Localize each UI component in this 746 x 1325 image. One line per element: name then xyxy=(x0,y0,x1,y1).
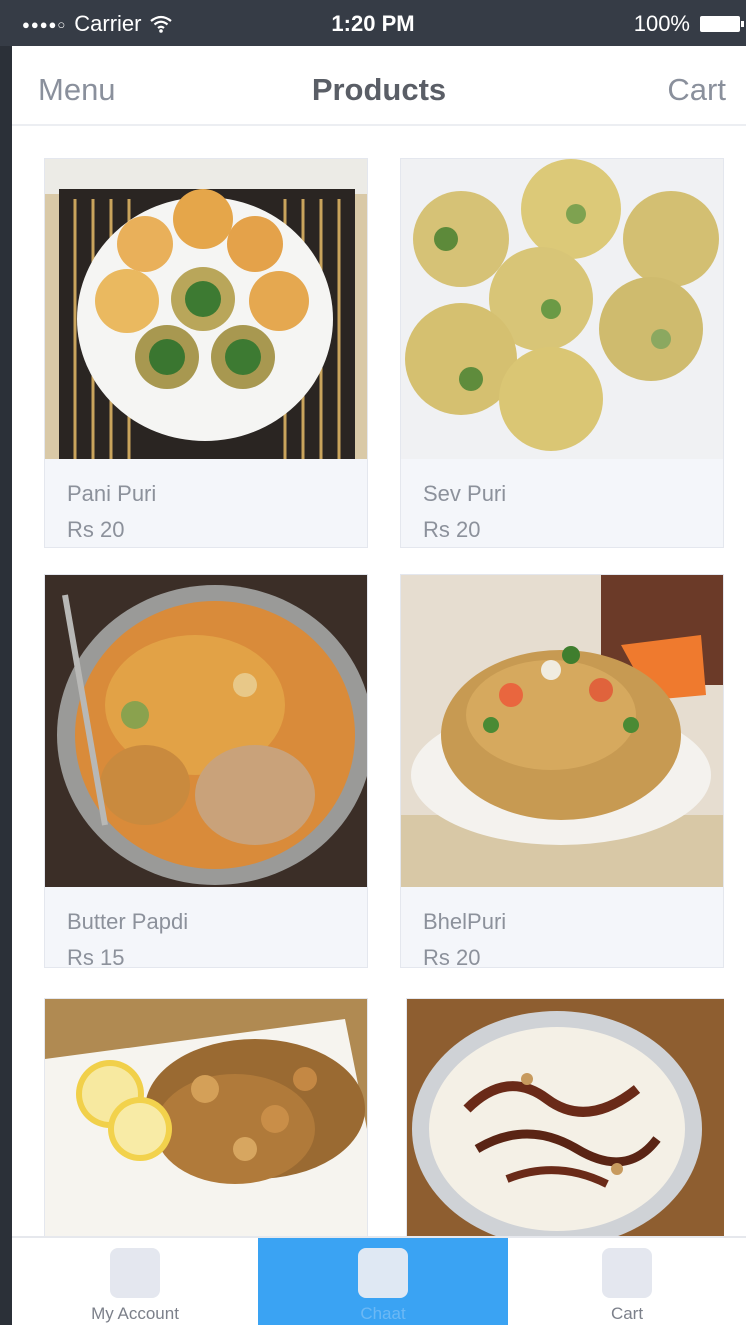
product-image xyxy=(45,575,367,887)
product-price: Rs 20 xyxy=(423,945,481,970)
battery-percent: 100% xyxy=(633,11,690,36)
product-grid: Pani Puri Rs 20 Sev Puri Rs 20 Butter Pa… xyxy=(44,158,724,1236)
product-price: Rs 20 xyxy=(67,517,125,542)
product-image xyxy=(401,575,723,887)
product-image xyxy=(401,159,723,459)
product-price: Rs 20 xyxy=(423,517,481,542)
product-name: Butter Papdi xyxy=(67,909,189,934)
product-card[interactable]: Sev Puri Rs 20 xyxy=(400,158,724,548)
product-image xyxy=(45,999,367,1236)
product-card[interactable]: BhelPuri Rs 20 xyxy=(400,574,724,971)
navigation-bar: Menu Products Cart xyxy=(12,46,746,126)
status-bar: ●●●●○ Carrier 1:20 PM 100% xyxy=(0,0,746,46)
tab-label: Cart xyxy=(610,1304,644,1323)
product-info: BhelPuri Rs 20 xyxy=(401,887,723,971)
product-card[interactable]: Pani Puri Rs 20 xyxy=(44,158,368,548)
chaat-icon xyxy=(358,1248,408,1298)
product-name: BhelPuri xyxy=(423,909,507,934)
page-title: Products xyxy=(311,72,447,107)
product-price: Rs 15 xyxy=(67,945,125,970)
product-image xyxy=(407,999,724,1236)
product-card[interactable] xyxy=(406,998,724,1236)
product-card[interactable]: Butter Papdi Rs 15 xyxy=(44,574,368,971)
battery-full-icon xyxy=(700,16,744,32)
product-name: Pani Puri xyxy=(67,481,157,506)
status-right: 100% xyxy=(633,11,744,37)
tab-label: My Account xyxy=(91,1304,179,1323)
tab-label: Chaat xyxy=(360,1304,406,1323)
product-image xyxy=(45,159,367,459)
cart-button[interactable]: Cart xyxy=(667,72,726,108)
product-info: Pani Puri Rs 20 xyxy=(45,459,367,543)
product-info: Sev Puri Rs 20 xyxy=(401,459,723,543)
tab-cart[interactable]: Cart xyxy=(508,1238,746,1325)
tab-bar: My Account Chaat Cart xyxy=(12,1236,746,1325)
account-icon xyxy=(110,1248,160,1298)
product-info: Butter Papdi Rs 15 xyxy=(45,887,367,971)
product-card[interactable] xyxy=(44,998,368,1236)
product-name: Sev Puri xyxy=(423,481,507,506)
tab-my-account[interactable]: My Account xyxy=(12,1238,258,1325)
menu-button[interactable]: Menu xyxy=(38,72,116,108)
cart-icon xyxy=(602,1248,652,1298)
tab-chaat[interactable]: Chaat xyxy=(258,1238,508,1325)
